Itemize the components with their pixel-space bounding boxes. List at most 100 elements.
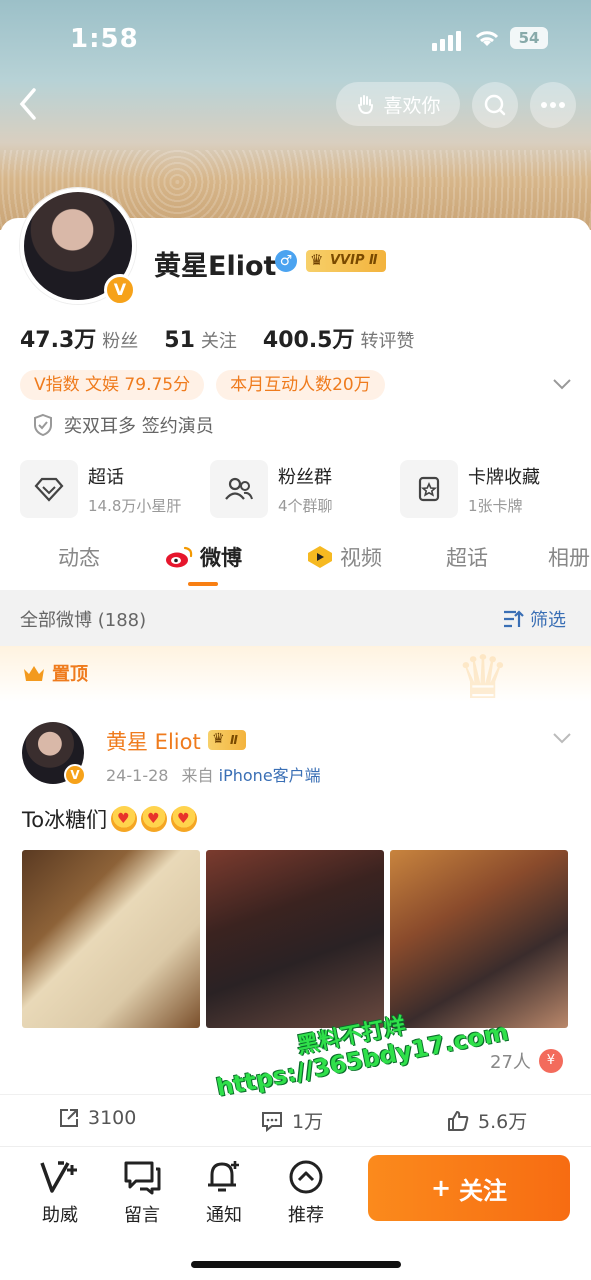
kiss-emoji-icon — [141, 806, 168, 832]
profile-tabs: 动态 微博 视频 超话 相册 — [0, 538, 591, 586]
repost-button[interactable]: 3100 — [58, 1107, 136, 1129]
tab-label: 微博 — [200, 546, 242, 570]
verified-badge-icon: V — [104, 274, 136, 306]
tab-dynamic[interactable]: 动态 — [58, 542, 100, 572]
pinned-banner: 置顶 ♛ — [0, 646, 591, 708]
feature-tiles: 超话 14.8万小星肝 粉丝群 4个群聊 卡牌收藏 1张卡牌 — [20, 460, 580, 518]
stat-value: 51 — [164, 328, 195, 353]
filter-icon — [504, 610, 524, 628]
like-count: 5.6万 — [478, 1111, 528, 1133]
search-button[interactable] — [472, 82, 518, 128]
thumbs-up-icon — [448, 1110, 469, 1131]
recommend-label: 推荐 — [288, 1205, 324, 1226]
like-you-button[interactable]: 喜欢你 — [336, 82, 460, 126]
tile-fan-group[interactable]: 粉丝群 4个群聊 — [210, 460, 390, 518]
video-icon — [308, 546, 332, 568]
reactor-count: 27人 — [490, 1052, 531, 1073]
crown-icon — [24, 666, 44, 681]
stat-following[interactable]: 51 关注 — [164, 327, 237, 353]
message-board-button[interactable]: 留言 — [112, 1157, 172, 1227]
pinned-label-wrap: 置顶 — [22, 660, 88, 686]
message-label: 留言 — [124, 1205, 160, 1226]
reward-reactors[interactable]: 27人 ¥ — [490, 1048, 563, 1074]
plus-icon: + — [430, 1174, 452, 1202]
kiss-emoji-icon — [111, 806, 138, 832]
tab-weibo[interactable]: 微博 — [164, 542, 242, 572]
tab-label: 相册 — [548, 546, 590, 570]
post-image[interactable] — [206, 850, 384, 1028]
shield-icon — [34, 413, 52, 437]
monthly-interaction-tag[interactable]: 本月互动人数20万 — [216, 370, 385, 400]
tile-subtitle: 1张卡牌 — [468, 496, 523, 515]
post-image[interactable] — [390, 850, 568, 1028]
comment-count: 1万 — [292, 1111, 324, 1133]
notify-button[interactable]: 通知 — [194, 1157, 254, 1227]
profile-tags: V指数 文娱 79.75分 本月互动人数20万 — [20, 370, 385, 400]
post-source[interactable]: iPhone客户端 — [219, 766, 321, 785]
back-arrow-icon[interactable] — [14, 86, 44, 122]
post-image[interactable] — [22, 850, 200, 1028]
active-tab-indicator — [188, 582, 218, 586]
post-author[interactable]: 黄星 Eliot — [106, 726, 201, 756]
more-button[interactable] — [530, 82, 576, 128]
follow-button[interactable]: + 关注 — [368, 1155, 570, 1221]
post-actions: 3100 1万 5.6万 — [0, 1094, 591, 1142]
cheer-label: 助威 — [42, 1205, 78, 1226]
stat-label: 转评赞 — [360, 331, 415, 352]
certification-text: 奕双耳多 签约演员 — [64, 416, 214, 437]
post-text-content: To冰糖们 — [22, 808, 108, 832]
crown-watermark-icon: ♛ — [456, 643, 510, 713]
home-indicator — [191, 1261, 401, 1268]
stat-fans[interactable]: 47.3万 粉丝 — [20, 322, 138, 354]
vip-badge[interactable]: VVIP Ⅱ — [306, 249, 386, 272]
stat-interactions[interactable]: 400.5万 转评赞 — [263, 322, 415, 354]
battery-indicator: 54 — [510, 27, 548, 49]
comment-button[interactable]: 1万 — [260, 1107, 323, 1134]
card-icon — [400, 460, 458, 518]
follow-label: 关注 — [459, 1176, 508, 1205]
profile-screen: 1:58 54 喜欢你 V 黄星Eliot ♂ VVIP Ⅱ 47.3万粉丝 5… — [0, 0, 591, 1280]
message-icon — [112, 1157, 172, 1197]
notify-label: 通知 — [206, 1205, 242, 1226]
tile-super-topic[interactable]: 超话 14.8万小星肝 — [20, 460, 200, 518]
v-index-tag[interactable]: V指数 文娱 79.75分 — [20, 370, 205, 400]
kiss-emoji-icon — [171, 806, 198, 832]
post-date: 24-1-28 — [106, 766, 169, 785]
top-nav: 喜欢你 — [0, 80, 591, 130]
weibo-icon — [166, 546, 193, 568]
recommend-button[interactable]: 推荐 — [276, 1157, 336, 1227]
stat-value: 47.3万 — [20, 328, 97, 353]
profile-name: 黄星Eliot — [154, 251, 277, 282]
filter-button[interactable]: 筛选 — [502, 606, 566, 632]
verified-badge-icon: V — [64, 764, 86, 786]
post-from: 来自 — [181, 766, 214, 785]
tab-super-topic[interactable]: 超话 — [446, 542, 488, 572]
cheer-button[interactable]: 助威 — [30, 1157, 90, 1227]
bell-icon — [194, 1157, 254, 1197]
tile-subtitle: 4个群聊 — [278, 496, 333, 515]
comment-icon — [262, 1111, 282, 1132]
tile-title: 粉丝群 — [278, 466, 332, 488]
like-button[interactable]: 5.6万 — [446, 1107, 527, 1134]
tile-card-collection[interactable]: 卡牌收藏 1张卡牌 — [400, 460, 580, 518]
chevron-down-icon[interactable] — [552, 376, 572, 395]
filter-label: 筛选 — [530, 610, 566, 631]
stat-label: 关注 — [200, 331, 237, 352]
post-meta: 24-1-28 来自 iPhone客户端 — [106, 762, 321, 786]
coin-icon: ¥ — [538, 1049, 563, 1073]
all-posts-count[interactable]: 全部微博 (188) — [20, 606, 146, 632]
group-icon — [210, 460, 268, 518]
chevron-down-icon[interactable] — [552, 730, 572, 749]
cheer-icon — [30, 1157, 90, 1197]
post-images — [22, 850, 568, 1028]
hand-wave-icon — [358, 95, 374, 115]
status-time: 1:58 — [70, 24, 139, 54]
filter-bar: 全部微博 (188) 筛选 — [0, 590, 591, 646]
tab-video[interactable]: 视频 — [306, 542, 382, 572]
recommend-icon — [276, 1157, 336, 1197]
tab-album[interactable]: 相册 — [548, 542, 590, 572]
wifi-icon — [472, 26, 502, 54]
tile-title: 超话 — [88, 466, 124, 488]
profile-stats: 47.3万 粉丝 51 关注 400.5万 转评赞 — [20, 322, 415, 354]
tab-label: 视频 — [340, 546, 382, 570]
